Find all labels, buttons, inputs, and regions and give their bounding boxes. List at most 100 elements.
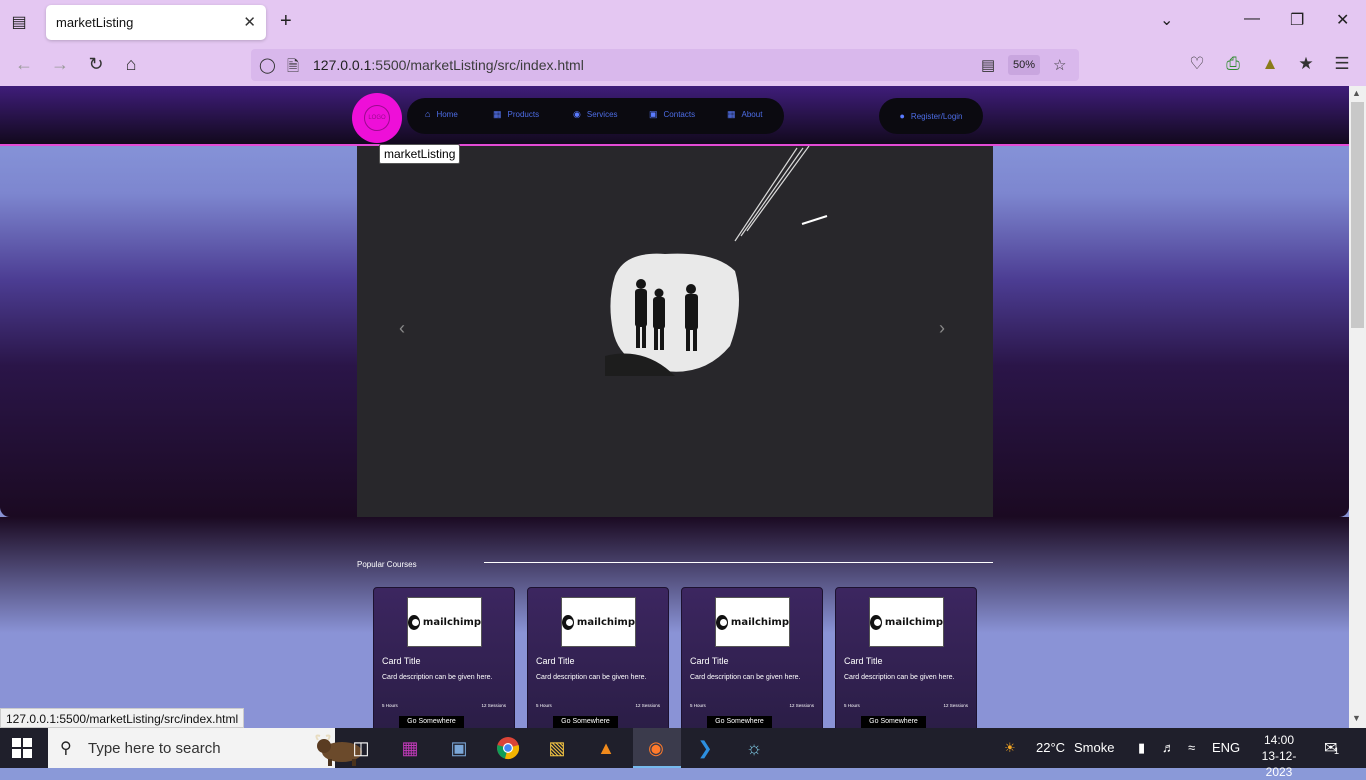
paint-icon[interactable]: ☼ (739, 734, 769, 762)
address-bar[interactable]: ◯ 🗎 127.0.0.1:5500/marketListing/src/ind… (251, 49, 1079, 81)
register-login-button[interactable]: ● Register/Login (879, 98, 983, 134)
card-sessions: 12 Sessions (943, 703, 968, 708)
home-button-icon[interactable]: ⌂ (119, 54, 143, 75)
course-card: mailchimp Card Title Card description ca… (835, 587, 977, 728)
nav-about[interactable]: ▦ About (727, 109, 762, 120)
section-divider (484, 562, 993, 563)
card-button[interactable]: Go Somewhere (707, 716, 772, 728)
scroll-up-icon[interactable]: ▲ (1352, 88, 1361, 98)
file-explorer-icon[interactable]: ▧ (542, 734, 572, 762)
light-streak (734, 146, 828, 242)
card-button[interactable]: Go Somewhere (553, 716, 618, 728)
menu-icon[interactable]: ☰ (1331, 54, 1353, 74)
battery-icon[interactable]: ▮ (1138, 740, 1145, 756)
search-icon: ⚲ (60, 740, 72, 757)
windows-start-icon[interactable] (12, 738, 32, 758)
page-scrollbar[interactable]: ▲ ▼ (1349, 86, 1366, 728)
vlc-icon[interactable]: ▲ (591, 734, 621, 762)
firefox-icon[interactable]: ◉ (641, 734, 671, 762)
taskbar-search[interactable]: ⚲ Type here to search (48, 728, 362, 768)
extension-app-icon[interactable]: ▲ (1259, 54, 1281, 74)
extensions-icon[interactable]: ★ (1295, 54, 1317, 74)
mailchimp-icon (562, 614, 574, 630)
card-button[interactable]: Go Somewhere (399, 716, 464, 728)
nav-home-label: Home (436, 110, 458, 119)
card-hours: 5 Hours (536, 703, 552, 708)
task-view-icon[interactable]: ◫ (346, 734, 376, 762)
back-icon[interactable]: ← (12, 54, 36, 75)
card-brand: mailchimp (422, 616, 481, 628)
page-icon[interactable]: 🗎 (287, 56, 299, 81)
vscode-icon[interactable]: ❯ (690, 734, 720, 762)
bookmark-star-icon[interactable]: ☆ (1053, 56, 1066, 74)
card-hours: 5 Hours (382, 703, 398, 708)
tab-list-icon[interactable]: ▤ (8, 11, 30, 33)
tab-title: marketListing (56, 15, 134, 30)
carousel-image (605, 253, 739, 376)
card-logo: mailchimp (561, 597, 636, 647)
pdf-app-icon[interactable]: ▦ (395, 734, 425, 762)
card-hours: 5 Hours (844, 703, 860, 708)
weather-icon[interactable]: ☀ (1004, 740, 1016, 756)
course-card: mailchimp Card Title Card description ca… (681, 587, 823, 728)
wifi-icon[interactable]: ≈ (1188, 740, 1195, 755)
notification-icon[interactable]: ✉ 1 (1324, 738, 1339, 758)
shield-icon[interactable]: ◯ (259, 56, 276, 74)
reader-view-icon[interactable]: ▤ (981, 56, 995, 74)
pocket-icon[interactable]: ♡ (1186, 54, 1208, 74)
close-tab-icon[interactable]: ✕ (243, 13, 256, 31)
scrollbar-thumb[interactable] (1351, 102, 1364, 328)
courses-section (0, 517, 1349, 728)
about-icon: ▦ (727, 109, 736, 119)
card-sessions: 12 Sessions (635, 703, 660, 708)
weather-temp[interactable]: 22°C (1036, 740, 1065, 755)
windows-taskbar: ⚲ Type here to search ◫ ▦ ▣ ▧ ▲ ◉ ❯ ☼ ☀ … (0, 728, 1366, 779)
close-window-icon[interactable]: ✕ (1336, 10, 1349, 30)
carousel-prev-icon[interactable]: ‹ (399, 318, 405, 339)
chrome-icon[interactable] (493, 734, 523, 762)
clock-date: 13-12-2023 (1261, 749, 1297, 779)
card-title: Card Title (536, 656, 575, 666)
nav-products[interactable]: ▦ Products (493, 109, 539, 120)
products-icon: ▦ (493, 109, 502, 119)
volume-icon[interactable]: ♬ (1162, 740, 1175, 755)
network-app-icon[interactable]: ▣ (444, 734, 474, 762)
browser-nav-bar: ← → ↻ ⌂ ◯ 🗎 127.0.0.1:5500/marketListing… (0, 44, 1366, 86)
site-logo[interactable]: LOGO (352, 93, 402, 143)
card-sessions: 12 Sessions (789, 703, 814, 708)
weather-desc[interactable]: Smoke (1074, 740, 1114, 755)
section-title: Popular Courses (357, 560, 417, 569)
nav-home[interactable]: ⌂ Home (425, 109, 458, 119)
nav-services[interactable]: ◉ Services (573, 109, 618, 120)
card-brand: mailchimp (576, 616, 635, 628)
restore-icon[interactable]: ❐ (1290, 10, 1304, 30)
printer-icon[interactable]: ⎙ (1222, 54, 1244, 74)
card-description: Card description can be given here. (690, 674, 801, 681)
carousel-next-icon[interactable]: › (939, 318, 945, 339)
nav-products-label: Products (507, 110, 540, 119)
nav-contacts-label: Contacts (663, 110, 696, 119)
reload-icon[interactable]: ↻ (84, 54, 108, 75)
nav-contacts[interactable]: ▣ Contacts (649, 109, 695, 120)
url-text[interactable]: 127.0.0.1:5500/marketListing/src/index.h… (313, 57, 584, 73)
services-icon: ◉ (573, 109, 581, 119)
forward-icon[interactable]: → (48, 54, 72, 75)
taskbar-clock[interactable]: 14:00 13-12-2023 (1249, 732, 1309, 780)
new-tab-icon[interactable]: + (280, 10, 292, 33)
contacts-icon: ▣ (649, 109, 658, 119)
card-button[interactable]: Go Somewhere (861, 716, 926, 728)
browser-tab[interactable]: marketListing ✕ (46, 5, 266, 40)
home-icon: ⌂ (425, 109, 431, 119)
web-page: LOGO ⌂ Home ▦ Products ◉ Services ▣ Contacts… (0, 86, 1349, 728)
card-brand: mailchimp (730, 616, 789, 628)
chevron-down-icon[interactable]: ⌄ (1160, 10, 1173, 30)
card-sessions: 12 Sessions (481, 703, 506, 708)
language-indicator[interactable]: ENG (1212, 740, 1240, 755)
zoom-level[interactable]: 50% (1008, 55, 1040, 75)
scroll-down-icon[interactable]: ▼ (1352, 713, 1361, 723)
logo-text: LOGO (364, 105, 390, 131)
status-bar-url: 127.0.0.1:5500/marketListing/src/index.h… (0, 708, 245, 728)
browser-tab-bar: ▤ marketListing ✕ + ⌄ — ❐ ✕ (0, 0, 1366, 44)
minimize-icon[interactable]: — (1244, 10, 1260, 28)
card-description: Card description can be given here. (844, 674, 955, 681)
